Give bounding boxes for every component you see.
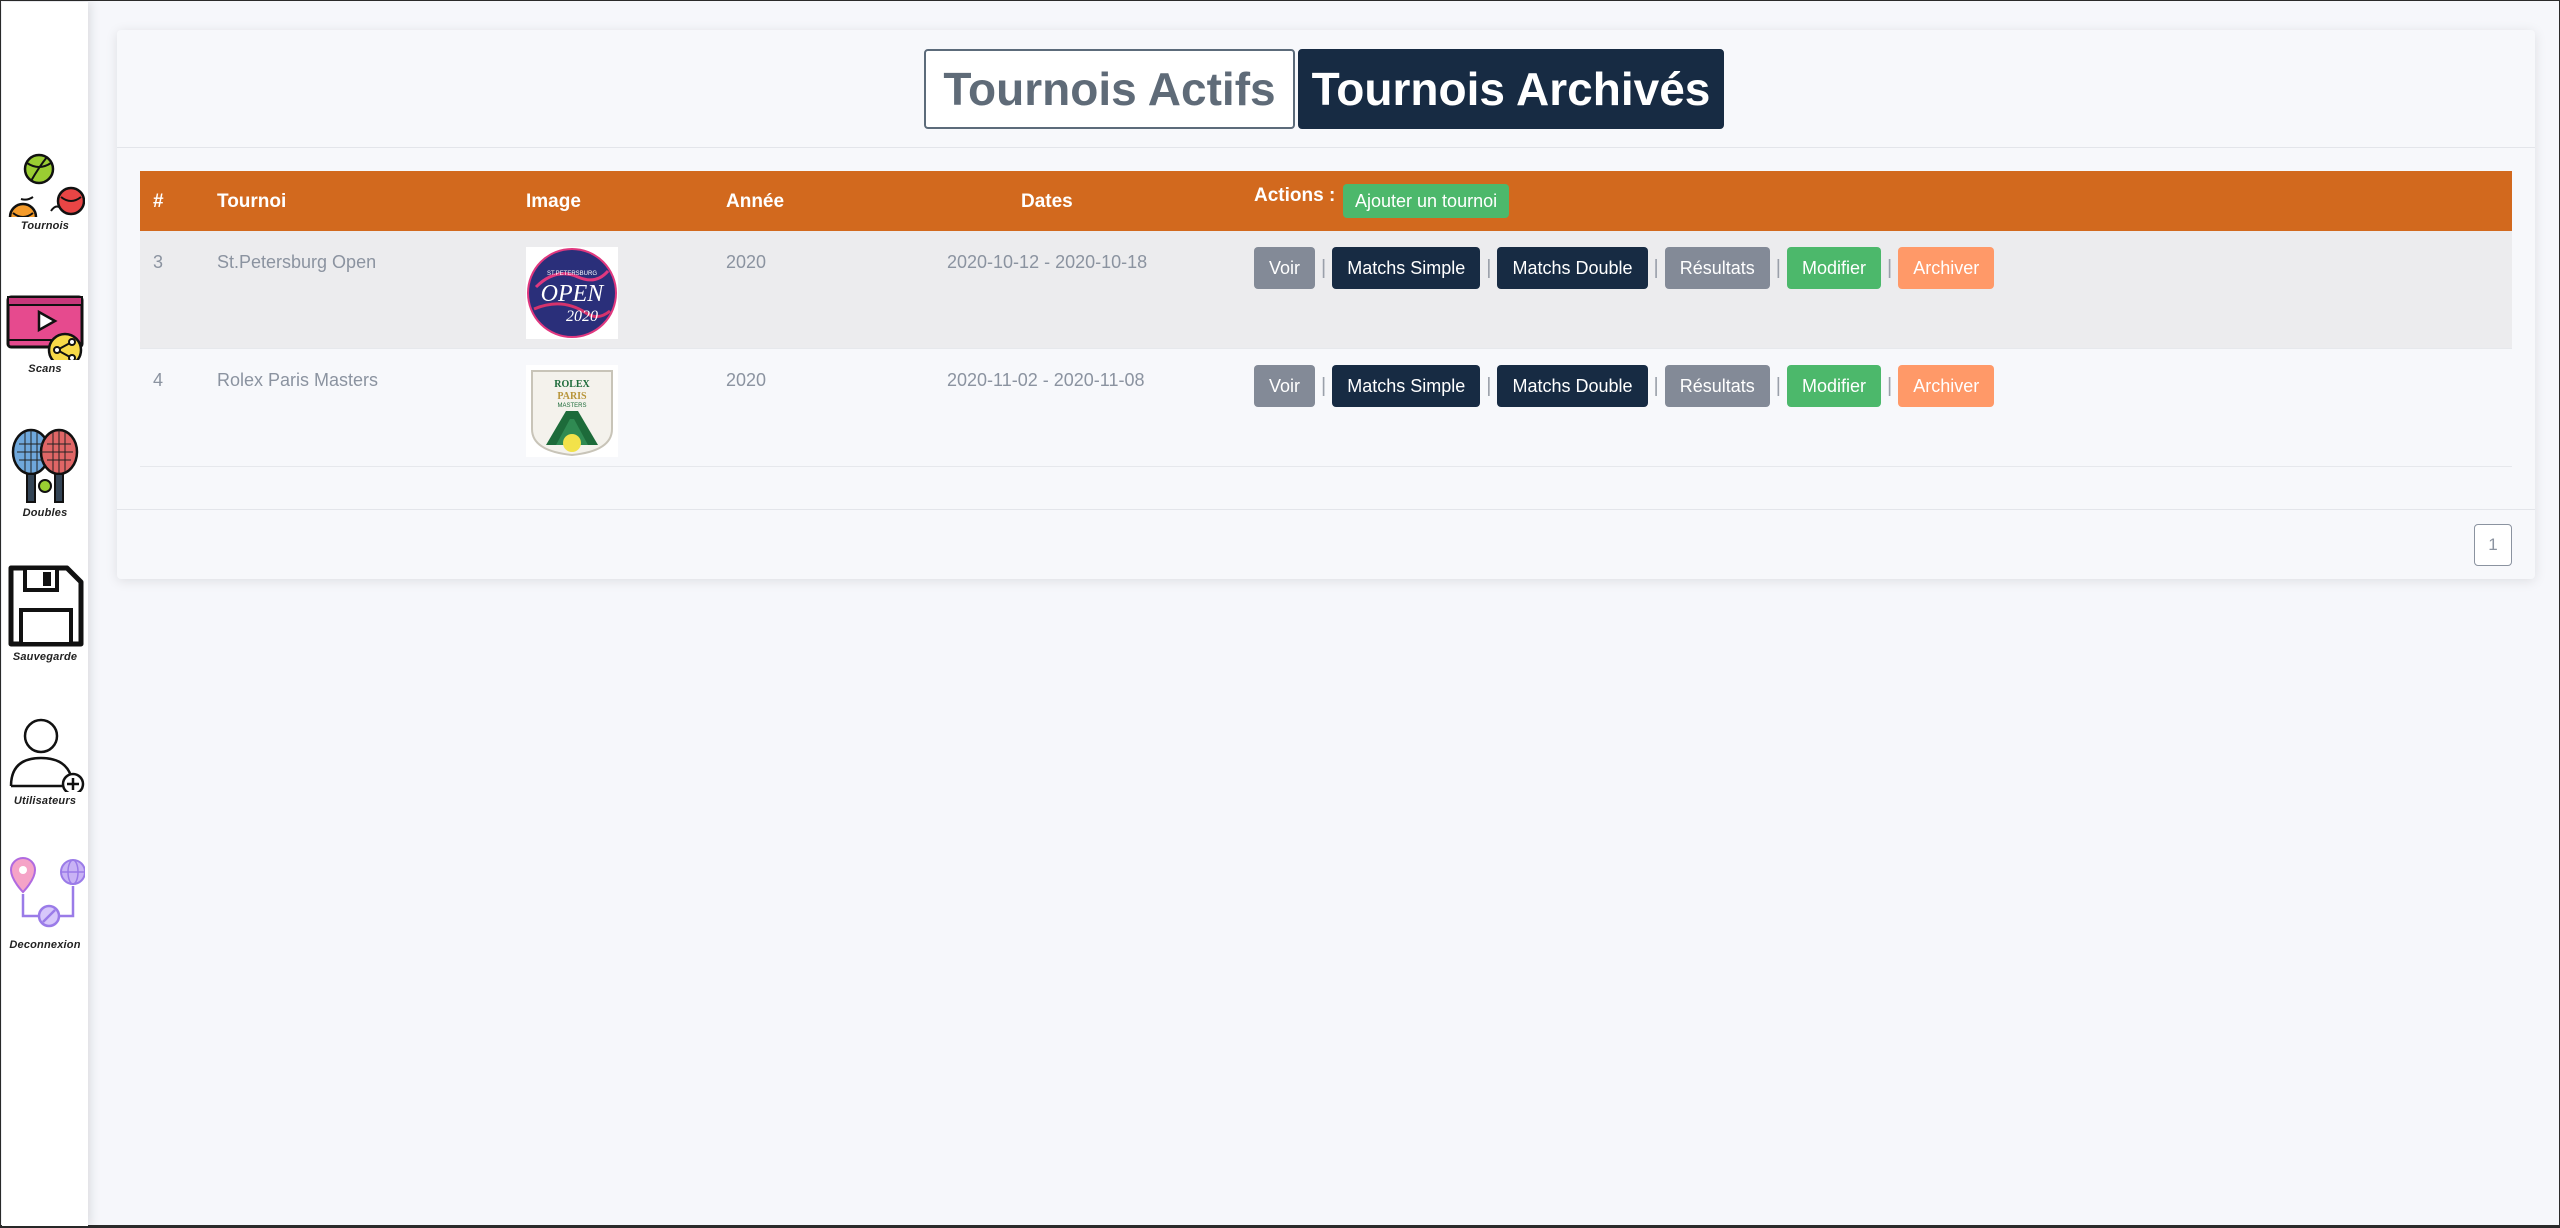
tab-active-tournaments[interactable]: Tournois Actifs (924, 49, 1295, 129)
archive-button[interactable]: Archiver (1898, 247, 1995, 289)
location-network-icon (9, 856, 85, 928)
cell-year: 2020 (726, 370, 767, 390)
sidebar-item-label: Tournois (20, 220, 70, 232)
svg-text:ST.PETERSBURG: ST.PETERSBURG (547, 271, 597, 277)
separator: | (1321, 256, 1327, 279)
doubles-matches-button[interactable]: Matchs Double (1497, 365, 1648, 407)
tennis-balls-icon (8, 153, 85, 217)
header-dates: Dates (1021, 191, 1073, 212)
app-frame: Tournois Scans Doubles Sauvegarde Utilis… (0, 0, 2560, 1228)
row-actions: Voir | Matchs Simple | Matchs Double | R… (1254, 247, 1995, 289)
svg-text:ROLEX: ROLEX (554, 379, 590, 390)
card-footer: 1 (117, 509, 2535, 579)
singles-matches-button[interactable]: Matchs Simple (1332, 247, 1481, 289)
separator: | (1653, 256, 1659, 279)
svg-text:2020: 2020 (566, 308, 598, 325)
add-tournament-button[interactable]: Ajouter un tournoi (1343, 184, 1510, 218)
sidebar: Tournois Scans Doubles Sauvegarde Utilis… (2, 2, 88, 1226)
cell-num: 3 (153, 252, 164, 272)
table-header: # Tournoi Image Année Dates Actions : Aj… (140, 171, 2512, 231)
sidebar-item-label: Sauvegarde (12, 651, 78, 663)
separator: | (1486, 256, 1492, 279)
cell-tournament-name: St.Petersburg Open (217, 252, 377, 272)
separator: | (1486, 374, 1492, 397)
sidebar-item-deconnexion[interactable]: Deconnexion (2, 821, 88, 951)
svg-text:PARIS: PARIS (557, 391, 587, 402)
cell-dates: 2020-10-12 - 2020-10-18 (947, 252, 1148, 272)
separator: | (1321, 374, 1327, 397)
rolex-paris-masters-logo: ROLEX PARIS MASTERS (526, 365, 618, 457)
edit-button[interactable]: Modifier (1787, 247, 1882, 289)
tab-archived-tournaments[interactable]: Tournois Archivés (1298, 49, 1724, 129)
sidebar-item-doubles[interactable]: Doubles (2, 389, 88, 519)
separator: | (1887, 374, 1893, 397)
sidebar-item-tournois[interactable]: Tournois (2, 102, 88, 232)
separator: | (1775, 374, 1781, 397)
cell-tournament-name: Rolex Paris Masters (217, 370, 379, 390)
sidebar-item-label: Scans (28, 363, 62, 375)
header-year: Année (726, 191, 785, 212)
separator: | (1653, 374, 1659, 397)
card-header: Tournois Actifs Tournois Archivés (117, 30, 2535, 148)
sidebar-item-sauvegarde[interactable]: Sauvegarde (2, 533, 88, 663)
view-button[interactable]: Voir (1254, 247, 1316, 289)
sidebar-item-label: Deconnexion (9, 939, 81, 951)
edit-button[interactable]: Modifier (1787, 365, 1882, 407)
floppy-disk-icon (8, 565, 84, 647)
tournaments-card: Tournois Actifs Tournois Archivés # Tour… (117, 30, 2535, 579)
rackets-icon (11, 428, 79, 503)
row-actions: Voir | Matchs Simple | Matchs Double | R… (1254, 365, 1995, 407)
cell-dates: 2020-11-02 - 2020-11-08 (947, 370, 1145, 390)
pagination-page-button[interactable]: 1 (2474, 524, 2512, 566)
header-actions: Actions : (1254, 185, 1336, 206)
table-row: 3 St.Petersburg Open OPEN 2020 ST.PETERS… (140, 231, 2512, 349)
view-button[interactable]: Voir (1254, 365, 1316, 407)
sidebar-item-label: Doubles (22, 507, 68, 519)
separator: | (1775, 256, 1781, 279)
cell-year: 2020 (726, 252, 767, 272)
tournaments-table: # Tournoi Image Année Dates Actions : Aj… (140, 171, 2512, 467)
singles-matches-button[interactable]: Matchs Simple (1332, 365, 1481, 407)
results-button[interactable]: Résultats (1664, 247, 1770, 289)
doubles-matches-button[interactable]: Matchs Double (1497, 247, 1648, 289)
header-num: # (153, 191, 164, 212)
sidebar-item-scans[interactable]: Scans (2, 245, 88, 375)
header-image: Image (526, 191, 581, 212)
video-share-icon (6, 295, 84, 360)
separator: | (1887, 256, 1893, 279)
sidebar-item-label: Utilisateurs (13, 795, 77, 807)
header-tournament: Tournoi (217, 191, 287, 212)
table-row: 4 Rolex Paris Masters ROLEX PARIS MASTER… (140, 349, 2512, 467)
cell-num: 4 (153, 370, 164, 390)
add-user-icon (9, 718, 85, 792)
svg-text:OPEN: OPEN (541, 281, 606, 307)
archive-button[interactable]: Archiver (1898, 365, 1995, 407)
sidebar-item-utilisateurs[interactable]: Utilisateurs (2, 677, 88, 807)
svg-text:MASTERS: MASTERS (557, 403, 586, 409)
st-petersburg-open-logo: OPEN 2020 ST.PETERSBURG (526, 247, 618, 339)
results-button[interactable]: Résultats (1664, 365, 1770, 407)
